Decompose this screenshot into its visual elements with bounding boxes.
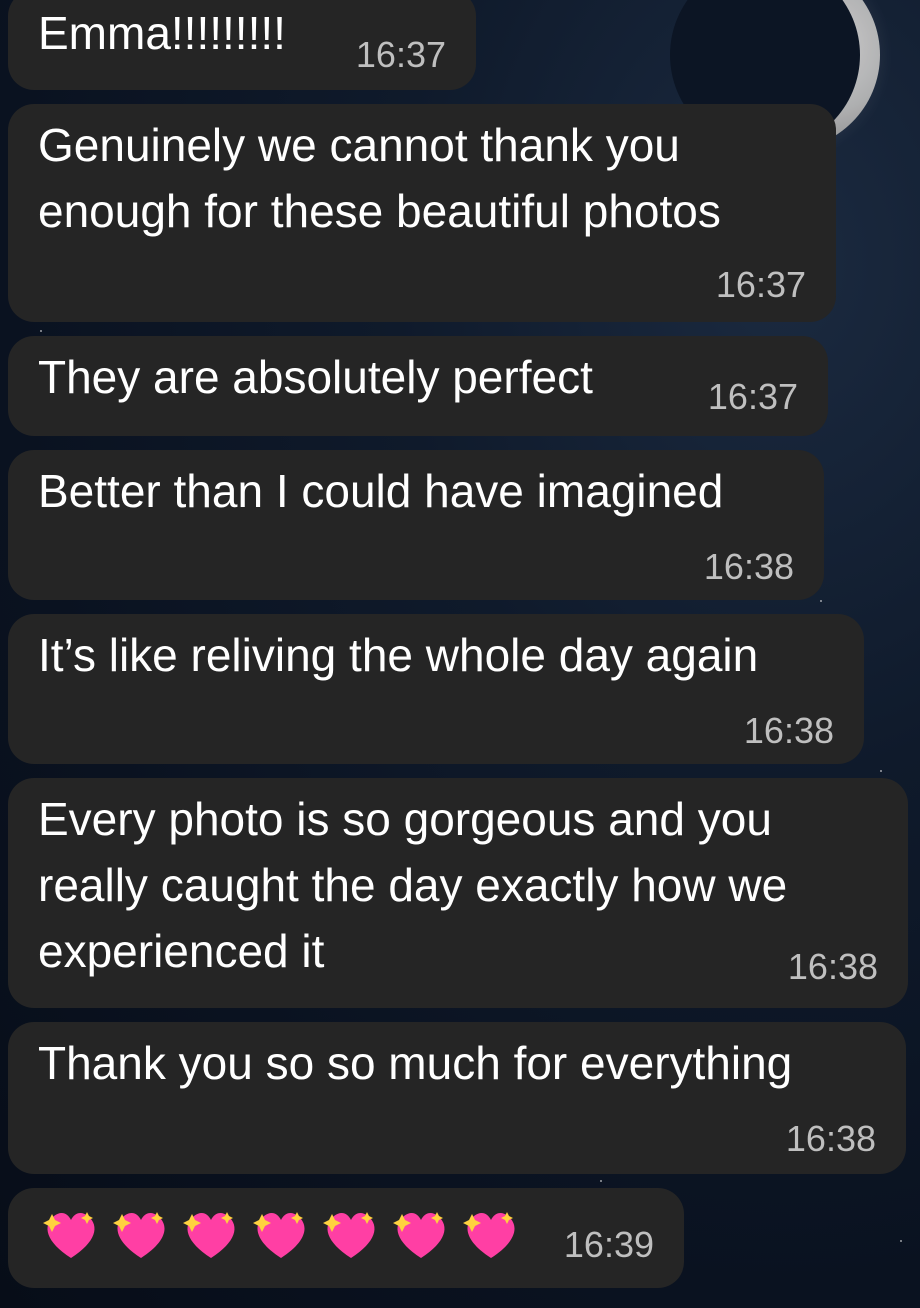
message-bubble[interactable]: Better than I could have imagined 16:38 bbox=[8, 450, 824, 600]
message-time: 16:37 bbox=[707, 376, 798, 417]
star bbox=[900, 1240, 902, 1242]
message-time: 16:37 bbox=[715, 264, 806, 305]
message-time: 16:38 bbox=[743, 710, 834, 751]
star bbox=[40, 330, 42, 332]
sparkling-heart-icon bbox=[390, 1206, 452, 1262]
message-bubble[interactable]: It’s like reliving the whole day again 1… bbox=[8, 614, 864, 764]
sparkling-heart-icon bbox=[460, 1206, 522, 1262]
message-text: Every photo is so gorgeous and you reall… bbox=[38, 793, 788, 977]
star bbox=[820, 600, 822, 602]
message-text: It’s like reliving the whole day again bbox=[38, 629, 759, 681]
message-time: 16:39 bbox=[563, 1224, 654, 1265]
message-time: 16:38 bbox=[785, 1118, 876, 1159]
message-time: 16:37 bbox=[355, 34, 446, 75]
star bbox=[600, 1180, 602, 1182]
sparkling-heart-icon bbox=[110, 1206, 172, 1262]
message-text: Emma!!!!!!!!! bbox=[38, 7, 286, 59]
message-text: They are absolutely perfect bbox=[38, 351, 593, 403]
message-text: Thank you so so much for everything bbox=[38, 1037, 793, 1089]
message-bubble[interactable]: Thank you so so much for everything 16:3… bbox=[8, 1022, 906, 1174]
message-bubble[interactable]: They are absolutely perfect 16:37 bbox=[8, 336, 828, 436]
sparkling-heart-icon bbox=[250, 1206, 312, 1262]
sparkling-heart-icon bbox=[40, 1206, 102, 1262]
emoji-row bbox=[40, 1206, 522, 1262]
message-text: Better than I could have imagined bbox=[38, 465, 724, 517]
sparkling-heart-icon bbox=[180, 1206, 242, 1262]
message-bubble[interactable]: Every photo is so gorgeous and you reall… bbox=[8, 778, 908, 1008]
message-bubble[interactable]: 16:39 bbox=[8, 1188, 684, 1288]
sparkling-heart-icon bbox=[320, 1206, 382, 1262]
message-text: Genuinely we cannot thank you enough for… bbox=[38, 119, 721, 237]
message-time: 16:38 bbox=[787, 946, 878, 987]
message-time: 16:38 bbox=[703, 546, 794, 587]
message-bubble[interactable]: Emma!!!!!!!!! 16:37 bbox=[8, 0, 476, 90]
star bbox=[880, 770, 882, 772]
message-bubble[interactable]: Genuinely we cannot thank you enough for… bbox=[8, 104, 836, 322]
